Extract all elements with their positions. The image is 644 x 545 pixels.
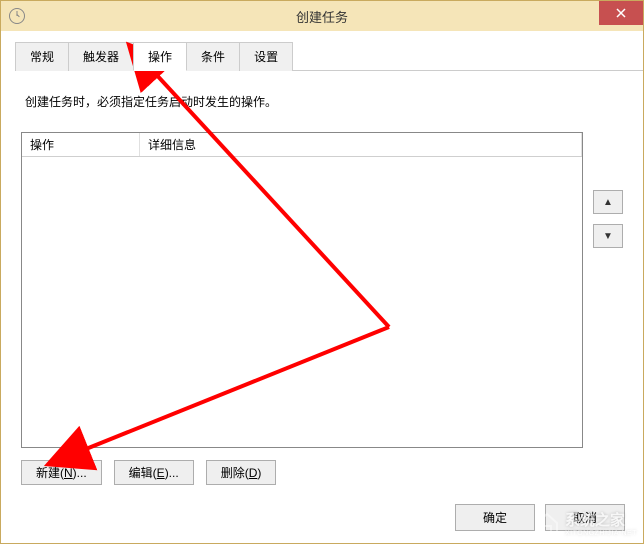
move-up-button[interactable]: ▲ bbox=[593, 190, 623, 214]
watermark: 系统之家 XITONGZHIJIA.NET bbox=[533, 509, 637, 537]
tab-conditions[interactable]: 条件 bbox=[186, 42, 240, 71]
tab-actions[interactable]: 操作 bbox=[133, 42, 187, 71]
clock-icon bbox=[9, 8, 25, 24]
reorder-buttons: ▲ ▼ bbox=[593, 190, 623, 248]
watermark-subtext: XITONGZHIJIA.NET bbox=[565, 530, 637, 537]
titlebar: 创建任务 bbox=[1, 1, 643, 31]
tab-strip: 常规 触发器 操作 条件 设置 bbox=[15, 41, 643, 71]
house-icon bbox=[533, 511, 561, 535]
col-action[interactable]: 操作 bbox=[22, 133, 140, 156]
action-button-row: 新建(N)... 编辑(E)... 删除(D) bbox=[21, 460, 623, 485]
instruction-text: 创建任务时，必须指定任务启动时发生的操作。 bbox=[25, 93, 623, 110]
move-down-button[interactable]: ▼ bbox=[593, 224, 623, 248]
table-body[interactable] bbox=[22, 157, 582, 447]
tab-triggers[interactable]: 触发器 bbox=[68, 42, 134, 71]
col-details[interactable]: 详细信息 bbox=[140, 133, 582, 156]
table-header: 操作 详细信息 bbox=[22, 133, 582, 157]
tab-body: 创建任务时，必须指定任务启动时发生的操作。 操作 详细信息 ▲ ▼ 新建(N).… bbox=[1, 71, 643, 501]
table-area: 操作 详细信息 ▲ ▼ bbox=[21, 132, 623, 448]
watermark-text: 系统之家 bbox=[565, 509, 637, 530]
close-icon bbox=[616, 8, 626, 18]
tab-general[interactable]: 常规 bbox=[15, 42, 69, 71]
window-title: 创建任务 bbox=[296, 7, 348, 26]
actions-table[interactable]: 操作 详细信息 bbox=[21, 132, 583, 448]
new-button[interactable]: 新建(N)... bbox=[21, 460, 102, 485]
ok-button[interactable]: 确定 bbox=[455, 504, 535, 531]
delete-button[interactable]: 删除(D) bbox=[206, 460, 277, 485]
edit-button[interactable]: 编辑(E)... bbox=[114, 460, 194, 485]
close-button[interactable] bbox=[599, 1, 643, 25]
dialog-window: 创建任务 常规 触发器 操作 条件 设置 创建任务时，必须指定任务启动时发生的操… bbox=[0, 0, 644, 544]
dialog-content: 常规 触发器 操作 条件 设置 创建任务时，必须指定任务启动时发生的操作。 操作… bbox=[1, 31, 643, 543]
tab-settings[interactable]: 设置 bbox=[239, 42, 293, 71]
